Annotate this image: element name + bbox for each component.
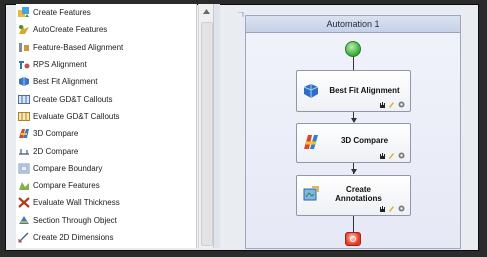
pencil-icon[interactable] bbox=[388, 152, 395, 159]
create-features-icon bbox=[18, 7, 29, 18]
gear-icon[interactable] bbox=[398, 101, 405, 108]
tool-label: Compare Features bbox=[33, 181, 100, 191]
wall-thickness-icon bbox=[18, 197, 30, 209]
gear-icon[interactable] bbox=[398, 152, 405, 159]
node-label: Best Fit Alignment bbox=[329, 86, 400, 95]
feature-alignment-icon bbox=[19, 42, 29, 52]
connector-line bbox=[353, 57, 354, 70]
gear-icon[interactable] bbox=[398, 205, 405, 212]
compare-boundary-icon bbox=[18, 163, 30, 174]
annotations-icon bbox=[303, 186, 319, 201]
tool-label: 2D Compare bbox=[33, 146, 79, 156]
connector-line bbox=[353, 216, 354, 232]
node-toolbar bbox=[378, 101, 405, 108]
node-label: 3D Compare bbox=[340, 136, 389, 145]
chevron-up-icon bbox=[202, 8, 210, 14]
automation-title: Automation 1 bbox=[246, 16, 460, 33]
best-fit-icon bbox=[19, 77, 29, 87]
3d-compare-icon bbox=[304, 135, 318, 149]
hand-cursor-icon[interactable] bbox=[378, 101, 385, 108]
scroll-thumb[interactable] bbox=[201, 22, 213, 246]
tool-label: AutoCreate Features bbox=[33, 25, 108, 35]
workflow-node-3d-compare[interactable]: 3D Compare bbox=[296, 123, 411, 163]
tool-label: Evaluate GD&T Callouts bbox=[33, 111, 120, 121]
tool-item-best-fit-alignment[interactable]: Best Fit Alignment bbox=[16, 73, 196, 90]
node-label: Create Annotations bbox=[335, 185, 382, 203]
tool-label: Create Features bbox=[33, 8, 91, 18]
tool-item-2d-compare[interactable]: 2D Compare bbox=[16, 142, 196, 159]
start-node-icon[interactable] bbox=[345, 41, 361, 57]
tool-item-feature-based-alignment[interactable]: Feature-Based Alignment bbox=[16, 39, 196, 56]
section-icon bbox=[19, 215, 29, 224]
tool-label: Feature-Based Alignment bbox=[33, 42, 124, 52]
pencil-icon[interactable] bbox=[388, 205, 395, 212]
tool-label: Section Through Object bbox=[33, 215, 117, 225]
tool-label: Create 2D Dimensions bbox=[33, 233, 114, 242]
tool-label: RPS Alignment bbox=[33, 60, 87, 70]
rps-alignment-icon bbox=[19, 61, 30, 70]
compare-features-icon bbox=[19, 182, 29, 191]
tool-item-compare-boundary[interactable]: Compare Boundary bbox=[16, 160, 196, 177]
stop-node-icon[interactable] bbox=[345, 232, 361, 246]
tool-list: Create Features AutoCreate Features Feat… bbox=[16, 4, 197, 248]
automation-panel: Automation 1 Best Fit Alignment 3D Compa… bbox=[245, 15, 461, 249]
hand-cursor-icon[interactable] bbox=[378, 205, 385, 212]
panel-splitter[interactable] bbox=[213, 4, 220, 248]
workflow-node-best-fit-alignment[interactable]: Best Fit Alignment bbox=[296, 70, 411, 112]
tool-label: Compare Boundary bbox=[33, 163, 103, 173]
small-marker-icon bbox=[238, 12, 244, 17]
evaluate-gdt-icon bbox=[18, 111, 30, 121]
node-toolbar bbox=[378, 152, 405, 159]
tool-item-evaluate-gdt-callouts[interactable]: Evaluate GD&T Callouts bbox=[16, 108, 196, 125]
tool-item-compare-features[interactable]: Compare Features bbox=[16, 177, 196, 194]
tool-item-rps-alignment[interactable]: RPS Alignment bbox=[16, 56, 196, 73]
tool-label: Evaluate Wall Thickness bbox=[33, 198, 120, 208]
tool-label: Best Fit Alignment bbox=[33, 77, 98, 87]
tool-list-scrollbar[interactable] bbox=[198, 4, 213, 248]
node-toolbar bbox=[378, 205, 405, 212]
best-fit-icon bbox=[303, 84, 319, 98]
scroll-up-button[interactable] bbox=[199, 4, 213, 18]
stop-ring bbox=[350, 236, 356, 242]
2d-dimensions-icon bbox=[18, 232, 29, 243]
tool-item-create-2d-dimensions[interactable]: Create 2D Dimensions bbox=[16, 229, 196, 246]
autocreate-features-icon bbox=[19, 25, 29, 35]
tool-item-create-gdt-callouts[interactable]: Create GD&T Callouts bbox=[16, 90, 196, 107]
tool-item-evaluate-wall-thickness[interactable]: Evaluate Wall Thickness bbox=[16, 194, 196, 211]
pencil-icon[interactable] bbox=[388, 101, 395, 108]
tool-label: 3D Compare bbox=[33, 129, 79, 139]
3d-compare-icon bbox=[19, 129, 29, 139]
tool-item-section-through-object[interactable]: Section Through Object bbox=[16, 212, 196, 229]
2d-compare-icon bbox=[19, 148, 29, 155]
tool-label: Create GD&T Callouts bbox=[33, 94, 113, 104]
workflow-node-create-annotations[interactable]: Create Annotations bbox=[296, 175, 411, 216]
gdt-callouts-icon bbox=[18, 94, 30, 104]
tool-item-3d-compare[interactable]: 3D Compare bbox=[16, 125, 196, 142]
arrow-down-icon bbox=[351, 169, 357, 174]
tool-item-autocreate-features[interactable]: AutoCreate Features bbox=[16, 21, 196, 38]
hand-cursor-icon[interactable] bbox=[378, 152, 385, 159]
tool-item-create-features[interactable]: Create Features bbox=[16, 4, 196, 21]
